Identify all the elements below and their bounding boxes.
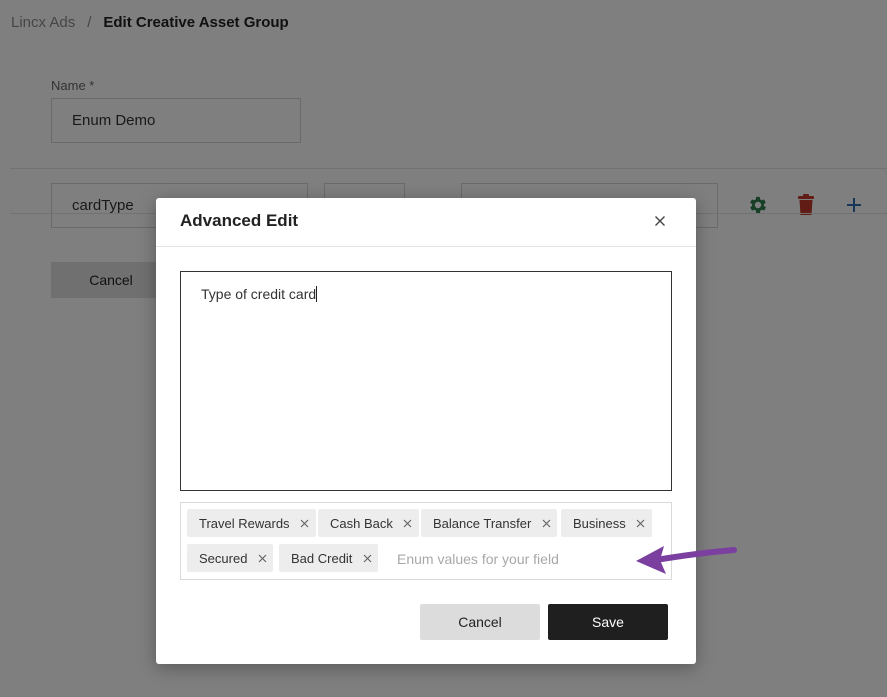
- modal-cancel-button[interactable]: Cancel: [420, 604, 540, 640]
- text-cursor: [316, 286, 318, 302]
- description-text: Type of credit card: [201, 286, 317, 302]
- tag-chip: Bad Credit: [279, 544, 379, 572]
- close-button[interactable]: [648, 210, 672, 234]
- tag-label: Travel Rewards: [199, 515, 290, 531]
- enum-values-input[interactable]: [397, 545, 647, 573]
- tag-remove-button[interactable]: [535, 509, 557, 537]
- modal-title: Advanced Edit: [180, 211, 299, 230]
- tag-chip: Balance Transfer: [421, 509, 558, 537]
- close-icon: [300, 519, 309, 527]
- close-icon: [654, 215, 666, 230]
- description-textarea[interactable]: Type of credit card: [180, 271, 672, 491]
- annotation-arrow-icon: [636, 546, 737, 574]
- modal-header: Advanced Edit: [156, 198, 696, 247]
- tag-chip: Business: [561, 509, 652, 537]
- advanced-edit-modal: Advanced Edit Type of credit card Travel…: [156, 198, 696, 664]
- close-icon: [363, 554, 372, 562]
- close-icon: [403, 519, 412, 527]
- modal-save-button[interactable]: Save: [548, 604, 668, 640]
- tag-label: Cash Back: [330, 515, 393, 531]
- tag-remove-button[interactable]: [630, 509, 652, 537]
- tag-remove-button[interactable]: [251, 544, 273, 572]
- tag-label: Business: [573, 515, 626, 531]
- close-icon: [542, 519, 551, 527]
- tag-chip: Travel Rewards: [187, 509, 316, 537]
- tag-remove-button[interactable]: [356, 544, 378, 572]
- tag-label: Balance Transfer: [433, 515, 532, 531]
- enum-tags-input[interactable]: Travel Rewards Cash Back Balance Transfe…: [180, 502, 672, 580]
- close-icon: [258, 554, 267, 562]
- tag-remove-button[interactable]: [397, 509, 419, 537]
- close-icon: [636, 519, 645, 527]
- tag-label: Bad Credit: [291, 550, 353, 566]
- tag-label: Secured: [199, 550, 248, 566]
- tag-chip: Secured: [187, 544, 274, 572]
- tag-chip: Cash Back: [318, 509, 419, 537]
- tag-remove-button[interactable]: [294, 509, 316, 537]
